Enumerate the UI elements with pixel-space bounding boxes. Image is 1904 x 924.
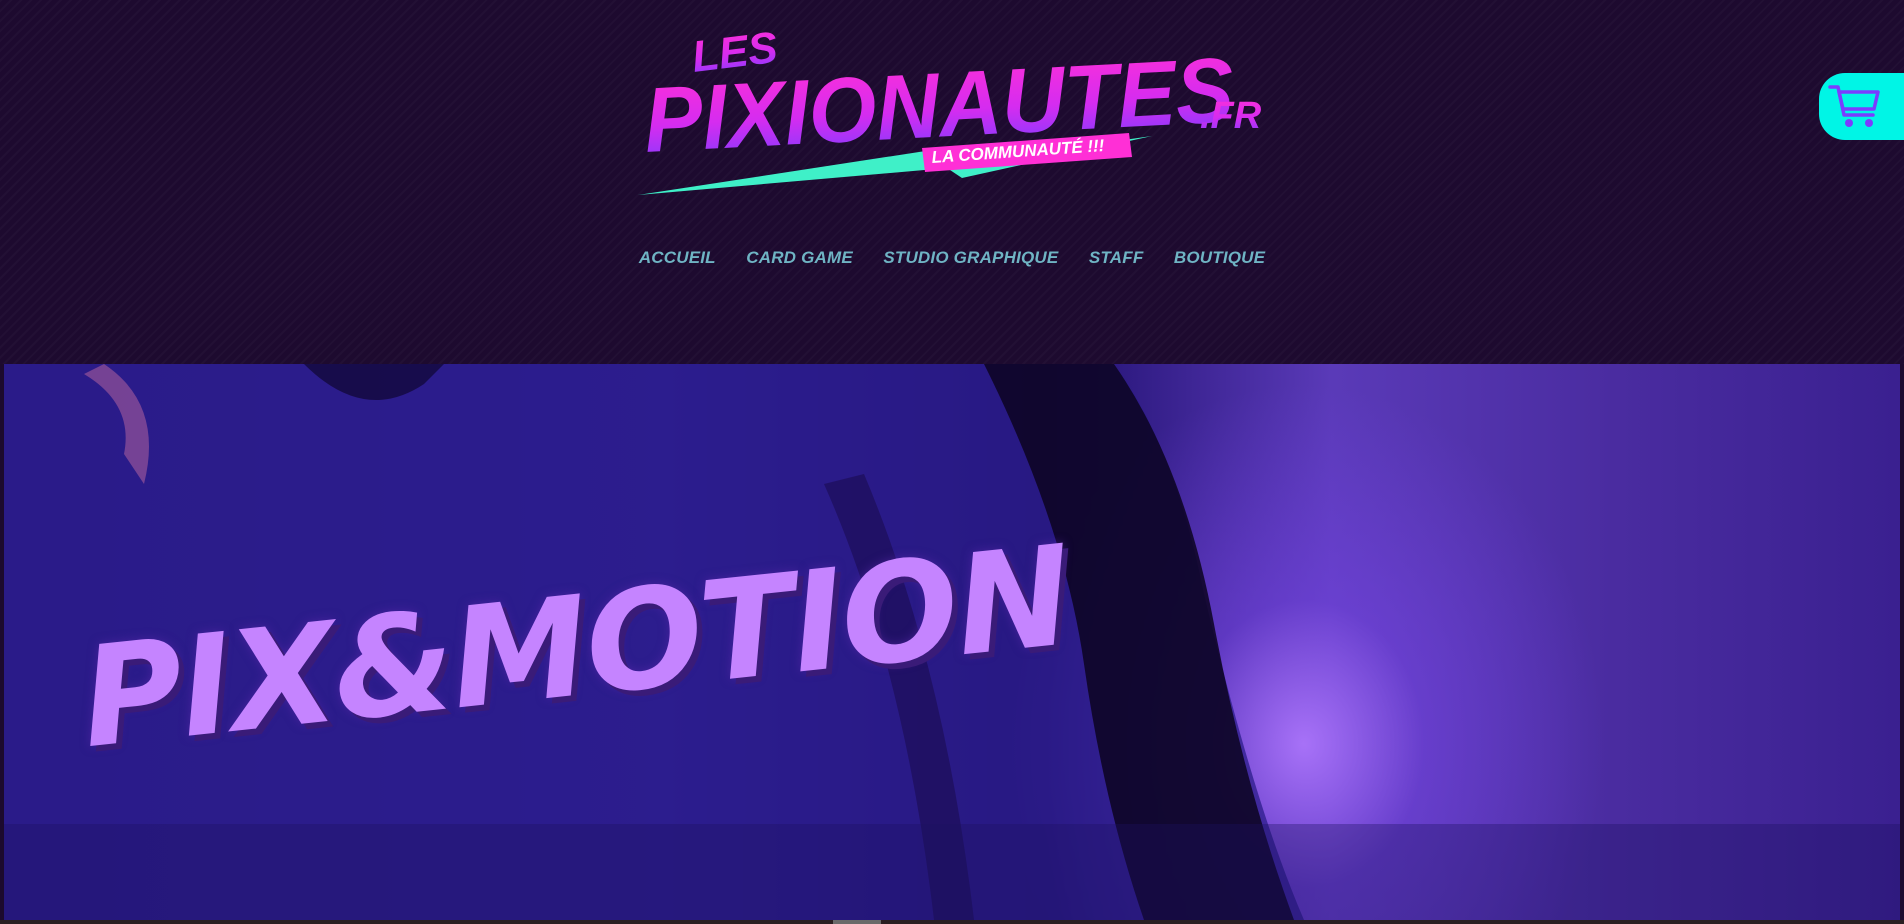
scrollbar-thumb[interactable] bbox=[833, 920, 881, 924]
nav-boutique[interactable]: BOUTIQUE bbox=[1174, 248, 1265, 268]
cart-button[interactable] bbox=[1819, 73, 1904, 140]
site-header: LES PIXIONAUTES .FR LA COMMUNAUTÉ !!! AC… bbox=[0, 0, 1904, 364]
horizontal-scrollbar[interactable] bbox=[0, 920, 1904, 924]
nav-accueil[interactable]: ACCUEIL bbox=[639, 248, 716, 268]
nav-card-game[interactable]: CARD GAME bbox=[746, 248, 853, 268]
nav-studio-graphique[interactable]: STUDIO GRAPHIQUE bbox=[883, 248, 1058, 268]
hero-banner: PIX&MOTION bbox=[4, 364, 1900, 920]
shopping-cart-icon bbox=[1828, 85, 1880, 127]
logo-tld: .FR bbox=[1200, 95, 1262, 137]
main-nav: ACCUEIL CARD GAME STUDIO GRAPHIQUE STAFF… bbox=[0, 248, 1904, 268]
site-logo[interactable]: LES PIXIONAUTES .FR LA COMMUNAUTÉ !!! bbox=[632, 20, 1282, 205]
nav-staff[interactable]: STAFF bbox=[1089, 248, 1144, 268]
